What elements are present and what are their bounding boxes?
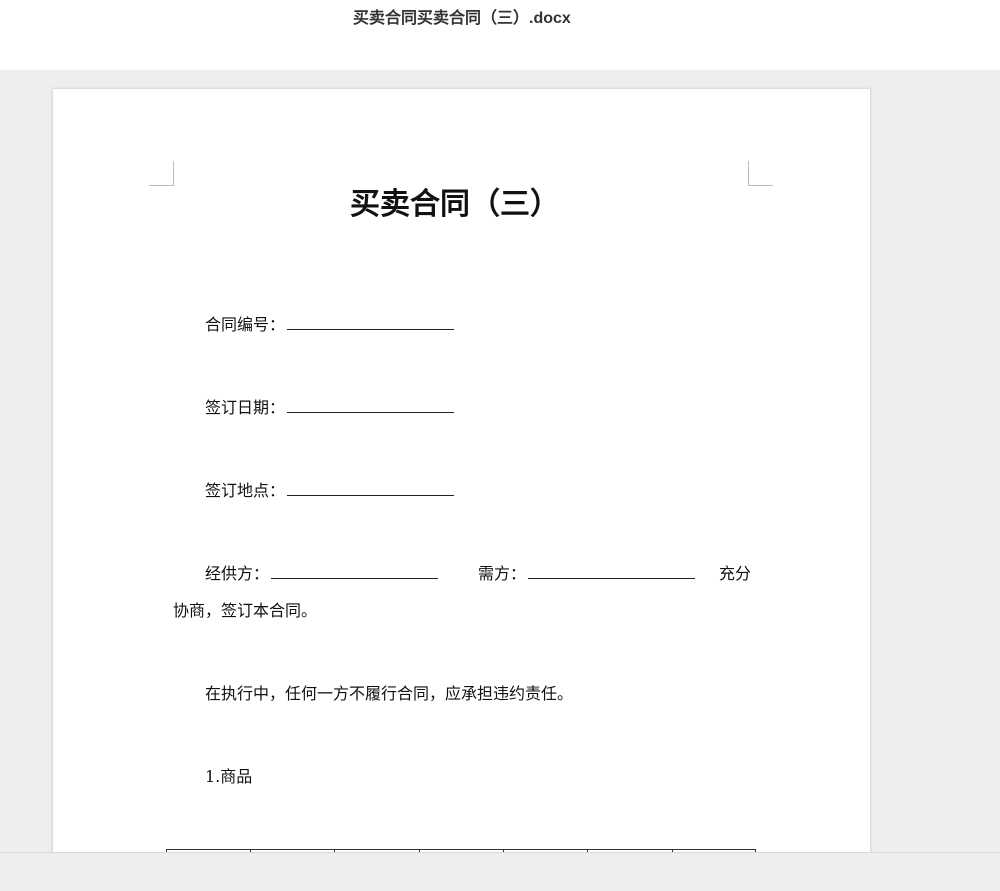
document-viewport[interactable]: 买卖合同（三） 合同编号： 签订日期： 签订地点： 经供方： 需方： 充分 协商，签… (0, 70, 1000, 852)
supplier-blank (271, 560, 439, 579)
sign-place-blank (287, 477, 455, 496)
contract-number-blank (287, 311, 455, 330)
section-1-heading: 1.商品 (205, 767, 253, 786)
sign-date-label: 签订日期： (205, 398, 286, 417)
margin-marker-top-left (149, 161, 174, 186)
title-bar: 买卖合同买卖合同（三）.docx (0, 0, 1000, 70)
contract-number-line: 合同编号： (205, 311, 455, 336)
bottom-toolbar (0, 852, 1000, 891)
breach-clause: 在执行中，任何一方不履行合同，应承担违约责任。 (205, 684, 574, 703)
buyer-label: 需方： (478, 564, 527, 583)
parties-line: 经供方： 需方： 充分 (205, 560, 751, 585)
sign-place-line: 签订地点： (205, 477, 455, 502)
sign-place-label: 签订地点： (205, 481, 286, 500)
margin-marker-top-right (748, 161, 773, 186)
sign-date-line: 签订日期： (205, 394, 455, 419)
contract-number-label: 合同编号： (205, 315, 286, 334)
document-page: 买卖合同（三） 合同编号： 签订日期： 签订地点： 经供方： 需方： 充分 协商，签… (52, 88, 871, 852)
buyer-blank (528, 560, 696, 579)
document-filename: 买卖合同买卖合同（三）.docx (353, 10, 571, 27)
document-heading: 买卖合同（三） (350, 187, 560, 222)
parties-tail: 充分 (719, 564, 752, 583)
supplier-label: 经供方： (205, 564, 270, 583)
sign-date-blank (287, 394, 455, 413)
parties-continuation: 协商，签订本合同。 (173, 601, 318, 620)
